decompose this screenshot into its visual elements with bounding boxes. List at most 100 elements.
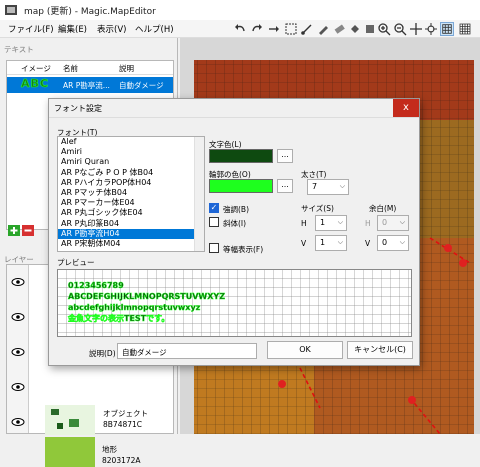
select-tool-icon[interactable] [284, 22, 298, 36]
size-v-select[interactable]: 1 ⌵ [315, 235, 347, 251]
undo-icon[interactable] [233, 22, 247, 36]
row-image: ABC [21, 77, 49, 91]
font-list-item[interactable]: Alef [58, 137, 204, 147]
font-list-item[interactable]: Amiri [58, 147, 204, 157]
font-list-scrollbar[interactable] [194, 137, 204, 251]
size-h-value: 1 [320, 218, 326, 227]
column-description[interactable]: 説明 [119, 63, 134, 74]
cancel-label: キャンセル(C) [354, 345, 406, 354]
text-list-header: イメージ 名前 説明 [7, 61, 173, 75]
margin-v-label: V [365, 239, 371, 248]
size-label: サイズ(S) [301, 204, 334, 213]
margin-h-label: H [365, 219, 371, 228]
eye-icon[interactable] [11, 382, 25, 392]
thickness-select[interactable]: 7 ⌵ [307, 179, 349, 195]
check-icon: ✓ [210, 203, 218, 212]
margin-v-value: 0 [382, 238, 388, 247]
title-divider [49, 117, 419, 118]
link-tool-icon[interactable] [300, 22, 314, 36]
preview-line: 金魚文字の表示TESTです。 [68, 314, 170, 324]
chevron-down-icon: ⌵ [399, 218, 405, 226]
italic-checkbox[interactable] [209, 217, 219, 227]
row-name: AR P勘亭流... [63, 81, 110, 90]
zoom-in-icon[interactable] [377, 22, 391, 36]
grid-icon[interactable] [440, 22, 454, 36]
text-list-row[interactable]: ABC AR P勘亭流... 自動ダメージ [7, 77, 173, 93]
menu-toolbar: ファイル(F) 編集(E) 表示(V) ヘルプ(H) [0, 20, 480, 38]
preview-line: 0123456789 [68, 281, 124, 291]
column-name[interactable]: 名前 [63, 63, 78, 74]
redo-icon[interactable] [250, 22, 264, 36]
eye-icon[interactable] [11, 417, 25, 427]
ok-label: OK [299, 345, 311, 354]
margin-h-select[interactable]: 0 ⌵ [377, 215, 409, 231]
forward-icon[interactable] [267, 22, 281, 36]
preview-text: 0123456789 ABCDEFGHIJKLMNOPQRSTUVWXYZ ab… [68, 280, 226, 324]
font-list[interactable]: Alef Amiri Amiri Quran AR Pなごみ P O P 体B0… [57, 136, 205, 252]
font-list-item[interactable]: AR Pマッチ体B04 [58, 188, 204, 198]
italic-label: 斜体(I) [223, 219, 247, 228]
font-list-item[interactable]: AR P勘亭流H04 [58, 228, 204, 239]
dialog-title: フォント設定 [54, 104, 102, 113]
crosshair-icon[interactable] [424, 22, 438, 36]
zoom-out-icon[interactable] [393, 22, 407, 36]
font-list-item[interactable]: AR P丸印篆B04 [58, 219, 204, 229]
font-list-item[interactable]: AR Pなごみ P O P 体B04 [58, 168, 204, 178]
menu-edit[interactable]: 編集(E) [58, 23, 87, 35]
row-description: 自動ダメージ [119, 81, 164, 90]
preview-line: ABCDEFGHIJKLMNOPQRSTUVWXYZ [68, 292, 226, 302]
text-panel-title: テキスト [4, 45, 34, 54]
move-icon[interactable] [409, 22, 423, 36]
remove-text-button[interactable] [22, 225, 34, 236]
font-list-item[interactable]: AR P宋朝体M04 [58, 239, 204, 249]
text-color-swatch[interactable] [209, 149, 273, 163]
column-image[interactable]: イメージ [21, 63, 51, 74]
menu-file[interactable]: ファイル(F) [8, 23, 54, 35]
menu-help[interactable]: ヘルプ(H) [135, 23, 174, 35]
margin-label: 余白(M) [369, 204, 397, 213]
chevron-down-icon: ⌵ [339, 182, 345, 190]
app-icon [5, 5, 17, 15]
chevron-down-icon: ⌵ [337, 238, 343, 246]
preview-label: プレビュー [57, 258, 95, 267]
outline-color-swatch[interactable] [209, 179, 273, 193]
description-input[interactable]: 自動ダメージ [117, 343, 257, 359]
fill-tool-icon[interactable] [348, 22, 362, 36]
plus-icon [10, 227, 18, 234]
size-h-label: H [301, 219, 307, 228]
eraser-tool-icon[interactable] [332, 22, 346, 36]
font-list-item[interactable]: Amiri Quran [58, 157, 204, 167]
minus-icon [24, 229, 32, 232]
layer-id: 8203172A [102, 456, 141, 465]
font-list-item[interactable]: AR PハイカラPOP体H04 [58, 178, 204, 188]
ok-button[interactable]: OK [267, 341, 343, 359]
layer-thumbnail-object [45, 405, 95, 435]
eye-icon[interactable] [11, 277, 25, 287]
cancel-button[interactable]: キャンセル(C) [347, 341, 413, 359]
grid-dense-icon[interactable] [458, 22, 472, 36]
description-value: 自動ダメージ [122, 348, 167, 357]
close-icon: x [403, 102, 409, 113]
margin-h-value: 0 [382, 218, 388, 227]
layer-name: 地形 [102, 445, 117, 454]
chevron-down-icon: ⌵ [399, 238, 405, 246]
margin-v-select[interactable]: 0 ⌵ [377, 235, 409, 251]
text-color-picker-button[interactable]: ... [277, 149, 293, 163]
bold-checkbox[interactable]: ✓ [209, 203, 219, 213]
pencil-tool-icon[interactable] [316, 22, 330, 36]
monospace-label: 等幅表示(F) [223, 245, 264, 254]
stamp-tool-icon[interactable] [363, 22, 377, 36]
close-button[interactable]: x [393, 99, 419, 117]
window-title: map (更新) - Magic.MapEditor [24, 7, 156, 17]
add-text-button[interactable] [8, 225, 20, 236]
title-bar: map (更新) - Magic.MapEditor [0, 0, 480, 20]
outline-color-picker-button[interactable]: ... [277, 179, 293, 193]
font-list-item[interactable]: AR P丸ゴシック体E04 [58, 208, 204, 218]
eye-icon[interactable] [11, 312, 25, 322]
monospace-checkbox[interactable] [209, 243, 219, 253]
layer-thumbnail-terrain [45, 437, 95, 467]
eye-icon[interactable] [11, 347, 25, 357]
menu-view[interactable]: 表示(V) [97, 23, 126, 35]
font-list-item[interactable]: AR Pマーカー体E04 [58, 198, 204, 208]
size-h-select[interactable]: 1 ⌵ [315, 215, 347, 231]
